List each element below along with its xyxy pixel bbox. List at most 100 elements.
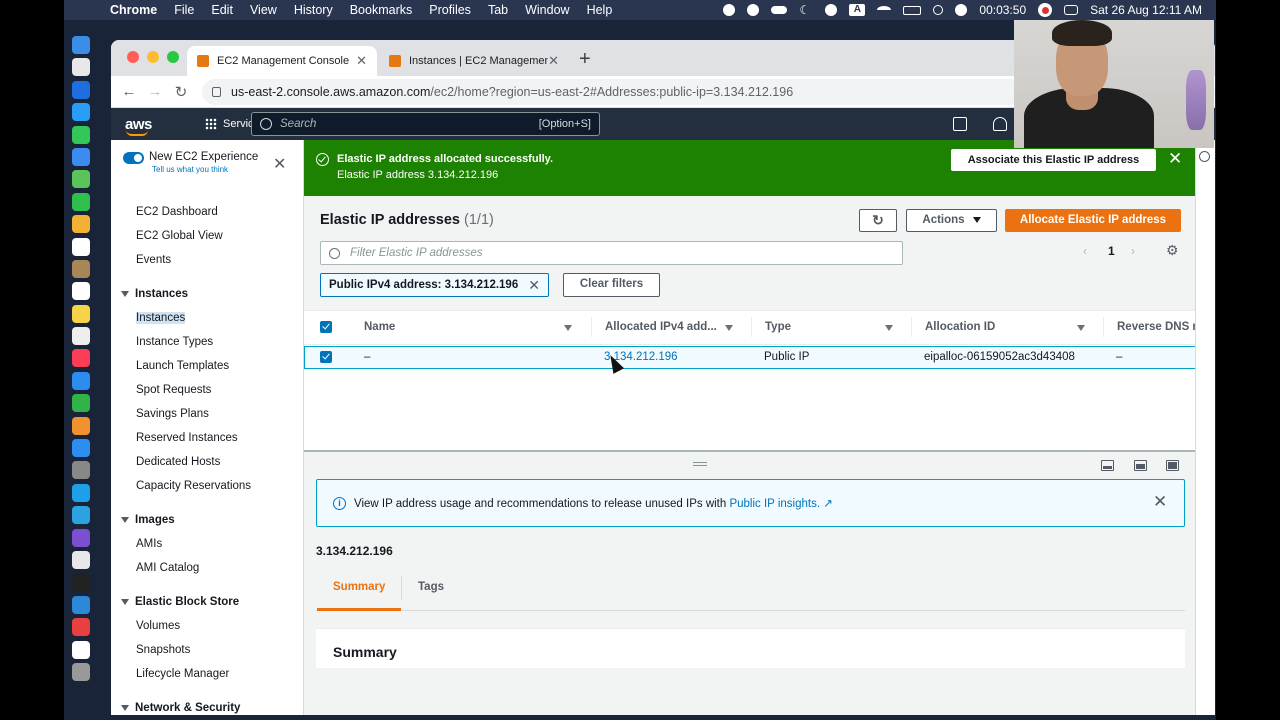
calendar-icon[interactable] — [72, 237, 90, 256]
close-window-button[interactable] — [127, 51, 139, 63]
photos-icon[interactable] — [72, 215, 90, 234]
vpn-icon[interactable] — [747, 4, 760, 16]
refresh-button[interactable]: ↻ — [859, 209, 897, 232]
viber-icon[interactable] — [72, 528, 90, 547]
lock-icon[interactable] — [212, 86, 221, 97]
sidebar-item-ami-catalog[interactable]: AMI Catalog — [111, 556, 303, 580]
col-allocated-ipv4[interactable]: Allocated IPv4 add... — [591, 317, 733, 337]
launchpad-icon[interactable] — [72, 58, 90, 77]
row-checkbox[interactable] — [320, 351, 332, 363]
public-ip-insights-link[interactable]: Public IP insights. — [729, 498, 820, 510]
xcode-icon[interactable] — [72, 80, 90, 99]
zoom-window-button[interactable] — [167, 51, 179, 63]
app-store-icon[interactable] — [72, 439, 90, 458]
control-center-icon[interactable] — [1064, 5, 1079, 15]
sidebar-item-ec2-global-view[interactable]: EC2 Global View — [111, 224, 303, 248]
sidebar-item-snapshots[interactable]: Snapshots — [111, 638, 303, 662]
menu-profiles[interactable]: Profiles — [429, 3, 471, 17]
sidebar-item-reserved-instances[interactable]: Reserved Instances — [111, 426, 303, 450]
menu-app-name[interactable]: Chrome — [110, 3, 157, 17]
tab-instances[interactable]: Instances | EC2 Management C ✕ — [379, 46, 569, 76]
back-arrow-icon[interactable]: ← — [116, 83, 142, 100]
col-type[interactable]: Type — [751, 317, 893, 337]
telegram-icon[interactable] — [72, 506, 90, 525]
column-divider[interactable] — [591, 317, 592, 337]
aws-logo[interactable]: aws — [125, 116, 152, 136]
finder-icon[interactable] — [72, 36, 90, 54]
new-tab-icon[interactable]: + — [579, 48, 591, 71]
record-icon[interactable] — [1038, 3, 1053, 17]
panel-minimize-icon[interactable] — [1101, 460, 1114, 471]
wifi-icon[interactable] — [877, 6, 892, 14]
clear-filters-button[interactable]: Clear filters — [563, 273, 660, 297]
cloud-icon[interactable] — [771, 6, 788, 14]
new-experience-toggle[interactable] — [123, 152, 144, 164]
table-row[interactable]: – 3.134.212.196 Public IP eipalloc-06159… — [304, 346, 1196, 369]
split-panel-divider[interactable] — [304, 450, 1196, 452]
drag-handle-icon[interactable] — [693, 462, 707, 466]
page-number[interactable]: 1 — [1108, 244, 1115, 258]
sidebar-item-instances[interactable]: Instances — [111, 306, 303, 330]
aws-search-input[interactable]: Search [Option+S] — [251, 112, 600, 136]
menu-bookmarks[interactable]: Bookmarks — [350, 3, 413, 17]
col-reverse-dns[interactable]: Reverse DNS re — [1103, 317, 1203, 337]
safari-icon[interactable] — [72, 103, 90, 122]
mail-icon[interactable] — [72, 147, 90, 166]
sidebar-item-events[interactable]: Events — [111, 248, 303, 272]
menu-clock[interactable]: Sat 26 Aug 12:11 AM — [1090, 3, 1202, 17]
stickies-icon[interactable] — [72, 304, 90, 323]
remove-filter-icon[interactable]: ✕ — [528, 277, 540, 294]
messages-icon[interactable] — [72, 125, 90, 144]
status-app-icon[interactable] — [723, 4, 736, 16]
sidebar-item-ec2-dashboard[interactable]: EC2 Dashboard — [111, 200, 303, 224]
moon-icon[interactable]: ☾ — [799, 4, 813, 16]
col-name[interactable]: Name — [364, 321, 572, 333]
quicktime-icon[interactable] — [72, 595, 90, 614]
sidebar-item-lifecycle-manager[interactable]: Lifecycle Manager — [111, 662, 303, 686]
play-icon[interactable] — [825, 4, 838, 16]
trash-icon[interactable] — [72, 662, 90, 681]
feedback-link[interactable]: Tell us what you think — [152, 165, 258, 174]
col-allocation-id[interactable]: Allocation ID — [911, 317, 1085, 337]
chrome-icon[interactable] — [72, 550, 90, 569]
notifications-bell-icon[interactable] — [993, 117, 1007, 131]
column-divider[interactable] — [911, 317, 912, 337]
spotlight-search-icon[interactable] — [933, 5, 944, 15]
tab-ec2-console[interactable]: EC2 Management Console ✕ — [187, 46, 377, 76]
sidebar-section-network-security[interactable]: Network & Security — [111, 696, 303, 715]
sidebar-section-images[interactable]: Images — [111, 508, 303, 532]
menu-help[interactable]: Help — [587, 3, 613, 17]
sidebar-item-instance-types[interactable]: Instance Types — [111, 330, 303, 354]
tab-close-icon[interactable]: ✕ — [356, 53, 367, 69]
tab-summary[interactable]: Summary — [316, 581, 402, 611]
reload-icon[interactable]: ↻ — [168, 83, 194, 101]
keynote-icon[interactable] — [72, 371, 90, 390]
panel-maximize-icon[interactable] — [1166, 460, 1179, 471]
skype-icon[interactable] — [72, 483, 90, 502]
sidebar-item-amis[interactable]: AMIs — [111, 532, 303, 556]
menu-view[interactable]: View — [250, 3, 277, 17]
select-all-checkbox[interactable] — [320, 321, 332, 333]
freeform-icon[interactable] — [72, 327, 90, 346]
dismiss-info-icon[interactable]: ✕ — [1153, 492, 1167, 512]
document-icon[interactable] — [72, 640, 90, 659]
previous-page-icon[interactable]: ‹ — [1083, 244, 1087, 258]
actions-dropdown[interactable]: Actions — [906, 209, 997, 232]
sidebar-section-ebs[interactable]: Elastic Block Store — [111, 590, 303, 614]
facetime-icon[interactable] — [72, 192, 90, 211]
minimize-window-button[interactable] — [147, 51, 159, 63]
column-divider[interactable] — [751, 317, 752, 337]
music-icon[interactable] — [72, 349, 90, 368]
menu-file[interactable]: File — [174, 3, 194, 17]
sidebar-section-instances[interactable]: Instances — [111, 282, 303, 306]
numbers-icon[interactable] — [72, 394, 90, 413]
column-divider[interactable] — [1103, 317, 1104, 337]
menu-tab[interactable]: Tab — [488, 3, 508, 17]
menu-edit[interactable]: Edit — [211, 3, 233, 17]
sidebar-item-capacity-reservations[interactable]: Capacity Reservations — [111, 474, 303, 498]
sidebar-item-volumes[interactable]: Volumes — [111, 614, 303, 638]
keyboard-input-icon[interactable]: A — [849, 4, 866, 16]
pause-recording-icon[interactable] — [955, 4, 968, 16]
forward-arrow-icon[interactable]: → — [142, 83, 168, 100]
menu-window[interactable]: Window — [525, 3, 569, 17]
